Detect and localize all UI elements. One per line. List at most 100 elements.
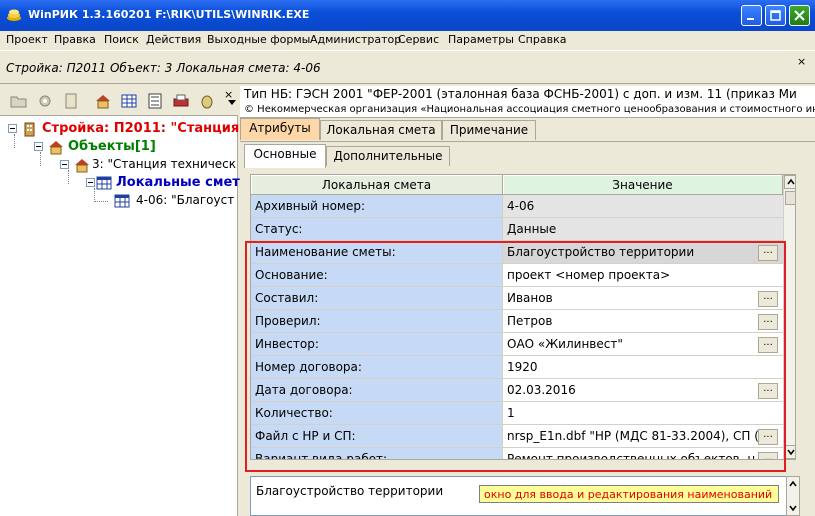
column-header-name[interactable]: Локальная смета bbox=[251, 175, 503, 195]
house-icon bbox=[49, 141, 63, 155]
tree-item-object-3[interactable]: 3: "Станция техническ bbox=[56, 156, 238, 174]
chevron-up-icon bbox=[787, 178, 795, 185]
table-row[interactable]: Основание: проект <номер проекта> bbox=[251, 264, 795, 287]
home-icon[interactable] bbox=[94, 93, 112, 109]
table-row[interactable]: Архивный номер: 4-06 bbox=[251, 195, 795, 218]
menu-edit[interactable]: Правка bbox=[54, 33, 96, 46]
menu-output-forms[interactable]: Выходные формы bbox=[207, 33, 310, 46]
table-row[interactable]: Инвестор: ОАО «Жилинвест" ... bbox=[251, 333, 795, 356]
menu-parameters[interactable]: Параметры bbox=[448, 33, 514, 46]
row-name: Дата договора: bbox=[251, 379, 503, 402]
table-row[interactable]: Вариант вида работ: Ремонт производствен… bbox=[251, 448, 795, 459]
row-value[interactable]: nrsp_E1n.dbf "НР (МДС 81-33.2004), СП (П bbox=[503, 425, 783, 448]
collapse-icon[interactable] bbox=[34, 142, 43, 151]
row-name: Инвестор: bbox=[251, 333, 503, 356]
tree-item-local-estimates[interactable]: Локальные смет bbox=[82, 174, 240, 192]
menu-service[interactable]: Сервис bbox=[398, 33, 439, 46]
row-value[interactable]: Ремонт производственных объектов, н bbox=[503, 448, 783, 459]
context-close-button[interactable]: × bbox=[797, 55, 806, 68]
row-value[interactable]: 02.03.2016 bbox=[503, 379, 783, 402]
row-value[interactable]: проект <номер проекта> bbox=[503, 264, 783, 287]
tree-item-stroyka[interactable]: Стройка: П2011: "Станция bbox=[4, 120, 240, 138]
menu-actions[interactable]: Действия bbox=[146, 33, 201, 46]
table-row[interactable]: Проверил: Петров ... bbox=[251, 310, 795, 333]
row-name: Файл с НР и СП: bbox=[251, 425, 503, 448]
column-header-value[interactable]: Значение bbox=[503, 175, 783, 195]
row-value[interactable]: ОАО «Жилинвест" bbox=[503, 333, 783, 356]
document-icon[interactable] bbox=[62, 93, 80, 109]
organization-line: © Некоммерческая организация «Национальн… bbox=[240, 104, 815, 118]
row-name: Составил: bbox=[251, 287, 503, 310]
row-name: Статус: bbox=[251, 218, 503, 241]
menu-bar: Проект Правка Поиск Действия Выходные фо… bbox=[0, 31, 815, 49]
name-editor[interactable]: Благоустройство территории окно для ввод… bbox=[250, 476, 796, 516]
calculator-icon[interactable] bbox=[146, 93, 164, 109]
tab-attributes[interactable]: Атрибуты bbox=[240, 118, 320, 140]
table-row[interactable]: Дата договора: 02.03.2016 ... bbox=[251, 379, 795, 402]
tree-panel: × Стройка: П2011: "Станция Объекты[1] 3:… bbox=[0, 86, 240, 516]
collapse-icon[interactable] bbox=[60, 160, 69, 169]
row-name: Наименование сметы: bbox=[251, 241, 503, 264]
browse-button[interactable]: ... bbox=[758, 245, 778, 261]
scroll-up-button[interactable] bbox=[784, 175, 795, 189]
collapse-icon[interactable] bbox=[8, 124, 17, 133]
name-editor-text: Благоустройство территории bbox=[256, 484, 444, 498]
menu-project[interactable]: Проект bbox=[6, 33, 48, 46]
browse-button[interactable]: ... bbox=[758, 452, 778, 459]
browse-button[interactable]: ... bbox=[758, 429, 778, 445]
scroll-down-button[interactable] bbox=[784, 445, 795, 459]
chevron-down-icon[interactable] bbox=[228, 100, 236, 105]
table-icon[interactable] bbox=[120, 93, 138, 109]
table-row[interactable]: Файл с НР и СП: nrsp_E1n.dbf "НР (МДС 81… bbox=[251, 425, 795, 448]
app-icon bbox=[7, 9, 21, 21]
print-icon[interactable] bbox=[172, 93, 190, 109]
norm-base-type: Тип НБ: ГЭСН 2001 "ФЕР-2001 (эталонная б… bbox=[240, 86, 815, 104]
row-name: Архивный номер: bbox=[251, 195, 503, 218]
row-value[interactable]: Петров bbox=[503, 310, 783, 333]
row-name: Вариант вида работ: bbox=[251, 448, 503, 459]
menu-help[interactable]: Справка bbox=[518, 33, 566, 46]
building-icon bbox=[24, 122, 35, 137]
app-window: WinPИК 1.3.160201 F:\RIK\UTILS\WINRIK.EX… bbox=[0, 0, 815, 516]
open-folder-icon[interactable] bbox=[10, 93, 28, 109]
browse-button[interactable]: ... bbox=[758, 337, 778, 353]
tree-item-estimate-4-06[interactable]: 4-06: "Благоуст bbox=[108, 192, 238, 210]
grid-scrollbar[interactable] bbox=[783, 175, 795, 459]
window-title: WinPИК 1.3.160201 F:\RIK\UTILS\WINRIK.EX… bbox=[28, 8, 310, 21]
row-name: Номер договора: bbox=[251, 356, 503, 379]
collapse-icon[interactable] bbox=[86, 178, 95, 187]
tab-note[interactable]: Примечание bbox=[442, 120, 536, 140]
row-value[interactable]: Благоустройство территории bbox=[503, 241, 783, 264]
browse-button[interactable]: ... bbox=[758, 291, 778, 307]
subtab-basic[interactable]: Основные bbox=[244, 144, 326, 168]
tree-item-objects[interactable]: Объекты[1] bbox=[30, 138, 238, 156]
menu-search[interactable]: Поиск bbox=[104, 33, 139, 46]
table-row[interactable]: Количество: 1 bbox=[251, 402, 795, 425]
context-bar: Стройка: П2011 Объект: 3 Локальная смета… bbox=[0, 50, 815, 84]
browse-button[interactable]: ... bbox=[758, 314, 778, 330]
row-value[interactable]: 1 bbox=[503, 402, 783, 425]
settings-icon[interactable] bbox=[36, 93, 54, 109]
maximize-icon bbox=[770, 10, 781, 21]
scroll-thumb[interactable] bbox=[785, 191, 795, 205]
editor-scrollbar[interactable] bbox=[786, 476, 800, 516]
table-row[interactable]: Статус: Данные bbox=[251, 218, 795, 241]
tree-label: Локальные смет bbox=[116, 175, 240, 190]
row-value[interactable]: Иванов bbox=[503, 287, 783, 310]
tab-local-estimate[interactable]: Локальная смета bbox=[320, 120, 442, 140]
minimize-button[interactable] bbox=[741, 5, 762, 26]
table-icon bbox=[114, 194, 130, 208]
table-row[interactable]: Номер договора: 1920 bbox=[251, 356, 795, 379]
close-button[interactable] bbox=[789, 5, 810, 26]
browse-button[interactable]: ... bbox=[758, 383, 778, 399]
title-bar[interactable]: WinPИК 1.3.160201 F:\RIK\UTILS\WINRIK.EX… bbox=[0, 0, 815, 31]
maximize-button[interactable] bbox=[765, 5, 786, 26]
table-row[interactable]: Составил: Иванов ... bbox=[251, 287, 795, 310]
table-row[interactable]: Наименование сметы: Благоустройство терр… bbox=[251, 241, 795, 264]
tree-label: Стройка: П2011: "Станция bbox=[42, 121, 240, 136]
bug-icon[interactable] bbox=[198, 93, 216, 109]
row-value[interactable]: 1920 bbox=[503, 356, 783, 379]
menu-admin[interactable]: Администратор bbox=[310, 33, 401, 46]
subtab-additional[interactable]: Дополнительные bbox=[326, 146, 450, 166]
details-panel: Тип НБ: ГЭСН 2001 "ФЕР-2001 (эталонная б… bbox=[240, 86, 815, 516]
